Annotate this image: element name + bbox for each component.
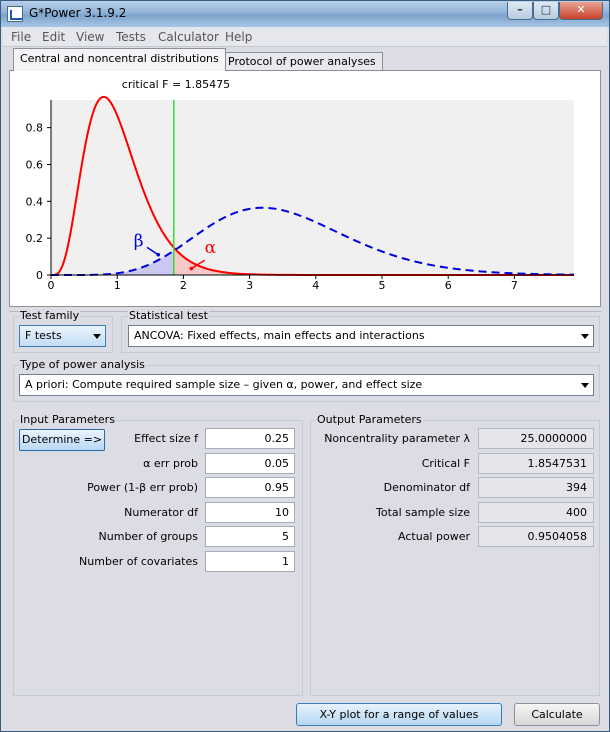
power-analysis-title: Type of power analysis bbox=[19, 358, 146, 371]
power-analysis-value: A priori: Compute required sample size –… bbox=[25, 378, 423, 391]
menu-edit[interactable]: Edit bbox=[42, 30, 65, 44]
chevron-down-icon bbox=[93, 334, 101, 339]
close-icon: ✕ bbox=[576, 3, 586, 16]
x-tick-label: 1 bbox=[114, 279, 121, 292]
effect-size-label: Effect size f bbox=[134, 432, 198, 445]
critical-f-label: critical F = 1.85475 bbox=[122, 78, 230, 91]
y-tick-label: 0.6 bbox=[26, 158, 44, 171]
statistical-test-select[interactable]: ANCOVA: Fixed effects, main effects and … bbox=[128, 325, 594, 347]
x-tick-label: 0 bbox=[48, 279, 55, 292]
output-parameters-title: Output Parameters bbox=[316, 413, 423, 426]
x-tick-label: 3 bbox=[246, 279, 253, 292]
close-button[interactable]: ✕ bbox=[559, 2, 603, 20]
window-title: G*Power 3.1.9.2 bbox=[29, 6, 127, 20]
menu-view[interactable]: View bbox=[76, 30, 104, 44]
maximize-icon: □ bbox=[540, 3, 552, 16]
y-tick-label: 0.4 bbox=[26, 195, 44, 208]
plot-area bbox=[51, 100, 574, 275]
y-tick-label: 0.8 bbox=[26, 122, 44, 135]
alpha-label: α bbox=[205, 238, 217, 258]
x-tick-label: 7 bbox=[511, 279, 518, 292]
denominator-df-label: Denominator df bbox=[383, 481, 470, 494]
actual-power-value: 0.9504058 bbox=[478, 526, 594, 547]
numerator-df-input[interactable]: 10 bbox=[205, 502, 295, 523]
alpha-err-label: α err prob bbox=[143, 457, 198, 470]
power-label: Power (1-β err prob) bbox=[87, 481, 198, 494]
number-of-covariates-label: Number of covariates bbox=[79, 555, 198, 568]
tab-protocol[interactable]: Protocol of power analyses bbox=[221, 52, 383, 71]
gpower-app-icon bbox=[7, 6, 23, 22]
number-of-groups-input[interactable]: 5 bbox=[205, 526, 295, 547]
distribution-plot: 0 1 2 3 4 5 6 7 0 0.2 0.4 0.6 0.8 critical F = 1.854… bbox=[26, 78, 575, 292]
test-family-select[interactable]: F tests bbox=[19, 325, 106, 347]
calculate-button[interactable]: Calculate bbox=[514, 703, 600, 726]
critical-f-value: 1.8547531 bbox=[478, 453, 594, 474]
menu-file[interactable]: File bbox=[11, 30, 31, 44]
actual-power-label: Actual power bbox=[398, 530, 470, 543]
numerator-df-label: Numerator df bbox=[124, 506, 198, 519]
power-input[interactable]: 0.95 bbox=[205, 477, 295, 498]
determine-button[interactable]: Determine => bbox=[19, 429, 105, 451]
input-parameters-title: Input Parameters bbox=[19, 413, 116, 426]
menu-help[interactable]: Help bbox=[225, 30, 252, 44]
y-tick-label: 0 bbox=[36, 269, 43, 282]
menu-tests[interactable]: Tests bbox=[116, 30, 146, 44]
x-tick-label: 4 bbox=[312, 279, 319, 292]
x-tick-label: 2 bbox=[180, 279, 187, 292]
maximize-button[interactable]: □ bbox=[533, 2, 559, 20]
test-family-title: Test family bbox=[19, 309, 81, 322]
number-of-covariates-input[interactable]: 1 bbox=[205, 551, 295, 572]
minimize-button[interactable]: – bbox=[507, 2, 533, 20]
beta-label: β bbox=[134, 231, 144, 251]
menu-bar: File Edit View Tests Calculator Help bbox=[3, 27, 607, 47]
denominator-df-value: 394 bbox=[478, 477, 594, 498]
x-tick-label: 6 bbox=[445, 279, 452, 292]
beta-pointer-dot bbox=[156, 252, 161, 257]
divider bbox=[9, 311, 601, 312]
tab-container: Central and noncentral distributions Pro… bbox=[9, 48, 601, 307]
statistical-test-value: ANCOVA: Fixed effects, main effects and … bbox=[134, 329, 425, 342]
critical-f-output-label: Critical F bbox=[421, 457, 470, 470]
title-bar[interactable]: G*Power 3.1.9.2 – □ ✕ bbox=[1, 1, 609, 27]
noncentrality-label: Noncentrality parameter λ bbox=[324, 432, 470, 445]
xy-plot-button[interactable]: X-Y plot for a range of values bbox=[296, 703, 502, 726]
alpha-err-input[interactable]: 0.05 bbox=[205, 453, 295, 474]
total-sample-size-value: 400 bbox=[478, 502, 594, 523]
test-family-value: F tests bbox=[25, 329, 62, 342]
effect-size-input[interactable]: 0.25 bbox=[205, 428, 295, 449]
minimize-icon: – bbox=[517, 3, 523, 16]
total-sample-size-label: Total sample size bbox=[375, 506, 470, 519]
number-of-groups-label: Number of groups bbox=[98, 530, 198, 543]
menu-calculator[interactable]: Calculator bbox=[158, 30, 219, 44]
x-tick-label: 5 bbox=[379, 279, 386, 292]
chevron-down-icon bbox=[581, 383, 589, 388]
distribution-panel: 0 1 2 3 4 5 6 7 0 0.2 0.4 0.6 0.8 critical F = 1.854… bbox=[9, 70, 601, 307]
chevron-down-icon bbox=[581, 334, 589, 339]
noncentrality-value: 25.0000000 bbox=[478, 428, 594, 449]
alpha-pointer-dot bbox=[189, 266, 194, 271]
tab-distributions[interactable]: Central and noncentral distributions bbox=[13, 48, 226, 71]
y-tick-label: 0.2 bbox=[26, 232, 44, 245]
app-window: G*Power 3.1.9.2 – □ ✕ File Edit View Tes… bbox=[0, 0, 610, 732]
statistical-test-title: Statistical test bbox=[128, 309, 209, 322]
power-analysis-select[interactable]: A priori: Compute required sample size –… bbox=[19, 374, 594, 396]
